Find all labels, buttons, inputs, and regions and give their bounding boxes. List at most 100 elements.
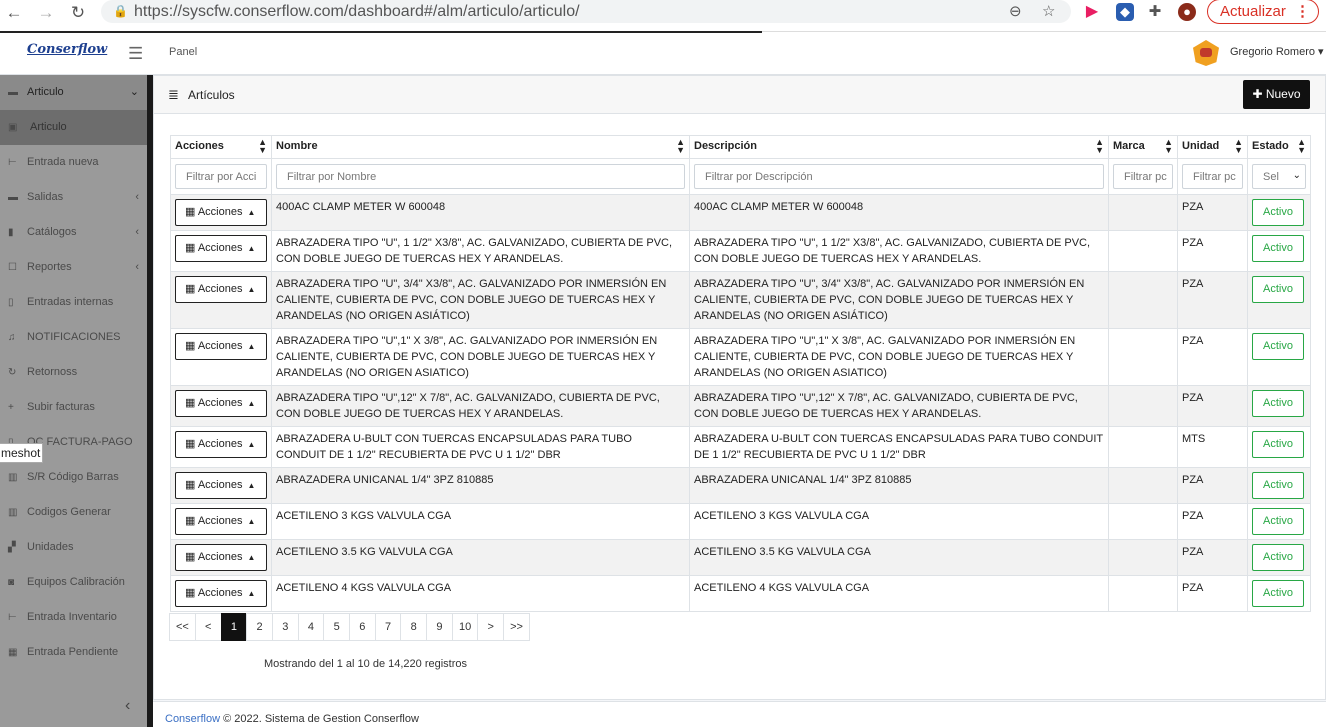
- column-header[interactable]: Unidad ▲ ▼: [1177, 135, 1248, 159]
- new-button[interactable]: ✚ Nuevo: [1243, 80, 1310, 109]
- column-header[interactable]: Acciones ▲ ▼: [170, 135, 272, 159]
- avatar[interactable]: [1193, 40, 1219, 66]
- page-button[interactable]: 3: [271, 613, 299, 641]
- camera-icon: ◙: [8, 577, 15, 588]
- actions-dropdown-button[interactable]: ▦ Acciones ▲: [175, 544, 267, 571]
- page-button[interactable]: <<: [169, 613, 196, 641]
- status-badge[interactable]: Activo: [1252, 333, 1304, 360]
- puzzle-icon[interactable]: ✚: [1146, 3, 1164, 21]
- status-badge[interactable]: Activo: [1252, 276, 1304, 303]
- sidebar-item[interactable]: ▥ Codigos Generar: [0, 495, 147, 530]
- profile-icon[interactable]: ●: [1178, 3, 1196, 21]
- status-badge[interactable]: Activo: [1252, 544, 1304, 571]
- filter-input[interactable]: Filtrar por Acci: [175, 164, 267, 189]
- status-badge[interactable]: Activo: [1252, 508, 1304, 535]
- sidebar-item[interactable]: ▮ Catálogos ‹: [0, 215, 147, 250]
- update-button[interactable]: Actualizar ⋮: [1207, 0, 1319, 24]
- zoom-icon[interactable]: ⊖: [1009, 2, 1022, 20]
- filter-cell: Filtrar por Acci: [170, 158, 272, 195]
- reload-icon[interactable]: ↻: [66, 3, 90, 23]
- forward-icon[interactable]: →: [34, 3, 58, 23]
- url-text[interactable]: https://syscfw.conserflow.com/dashboard#…: [134, 3, 580, 21]
- sidebar-item[interactable]: ▦ Entrada Pendiente: [0, 635, 147, 670]
- actions-dropdown-button[interactable]: ▦ Acciones ▲: [175, 472, 267, 499]
- actions-dropdown-button[interactable]: ▦ Acciones ▲: [175, 199, 267, 226]
- sort-icon[interactable]: ▲ ▼: [1297, 138, 1306, 155]
- extension-icon[interactable]: ◆: [1116, 3, 1134, 21]
- page-button[interactable]: 5: [323, 613, 350, 641]
- sidebar-item[interactable]: ⊢ Entrada Inventario: [0, 600, 147, 635]
- sidebar-item[interactable]: ▥ S/R Código Barras: [0, 460, 147, 495]
- actions-dropdown-button[interactable]: ▦ Acciones ▲: [175, 390, 267, 417]
- sort-icon[interactable]: ▲ ▼: [1164, 138, 1173, 155]
- footer-brand-link[interactable]: Conserflow: [165, 713, 220, 725]
- status-badge[interactable]: Activo: [1252, 580, 1304, 607]
- page-button[interactable]: 10: [451, 613, 479, 641]
- panel-link[interactable]: Panel: [169, 46, 197, 58]
- sort-icon[interactable]: ▲ ▼: [258, 138, 267, 155]
- sidebar-item[interactable]: ▯ Entradas internas: [0, 285, 147, 320]
- star-icon[interactable]: ☆: [1042, 2, 1055, 20]
- actions-cell: ▦ Acciones ▲: [170, 467, 272, 504]
- filter-input[interactable]: Filtrar pc: [1113, 164, 1173, 189]
- back-icon[interactable]: ←: [2, 3, 26, 23]
- page-button[interactable]: <: [194, 613, 222, 641]
- page-button[interactable]: 9: [426, 613, 453, 641]
- page-button[interactable]: 2: [246, 613, 273, 641]
- filter-input[interactable]: Filtrar pc: [1182, 164, 1243, 189]
- sidebar-item[interactable]: ↻ Retornoss: [0, 355, 147, 390]
- descripcion-cell: ABRAZADERA U-BULT CON TUERCAS ENCAPSULAD…: [689, 426, 1109, 468]
- status-filter-select[interactable]: Sel ⌄: [1252, 164, 1306, 189]
- sidebar-item[interactable]: ⊢ Entrada nueva: [0, 145, 147, 180]
- column-header[interactable]: Nombre ▲ ▼: [271, 135, 690, 159]
- status-badge[interactable]: Activo: [1252, 472, 1304, 499]
- actions-dropdown-button[interactable]: ▦ Acciones ▲: [175, 276, 267, 303]
- user-menu[interactable]: Gregorio Romero ▾: [1230, 45, 1324, 58]
- actions-dropdown-button[interactable]: ▦ Acciones ▲: [175, 580, 267, 607]
- box-icon: ▣: [8, 122, 18, 133]
- status-badge[interactable]: Activo: [1252, 199, 1304, 226]
- actions-label: Acciones: [197, 515, 243, 527]
- unidad-cell: PZA: [1177, 328, 1248, 386]
- sort-icon[interactable]: ▲ ▼: [676, 138, 685, 155]
- page-button[interactable]: >>: [503, 613, 530, 641]
- page-button[interactable]: 7: [374, 613, 402, 641]
- column-header[interactable]: Marca ▲ ▼: [1108, 135, 1178, 159]
- actions-dropdown-button[interactable]: ▦ Acciones ▲: [175, 431, 267, 458]
- folder-icon: ▬: [8, 87, 18, 98]
- sidebar-item[interactable]: ☐ Reportes ‹: [0, 250, 147, 285]
- menu-dots-icon[interactable]: ⋮: [1295, 0, 1310, 23]
- sidebar-item[interactable]: ▣ Articulo: [0, 110, 147, 145]
- page-button[interactable]: 4: [297, 613, 325, 641]
- column-header[interactable]: Descripción ▲ ▼: [689, 135, 1109, 159]
- sidebar-item[interactable]: ▬ Articulo ⌄: [0, 75, 147, 110]
- filter-input[interactable]: Filtrar por Nombre: [276, 164, 685, 189]
- logo[interactable]: Conserflow: [27, 42, 107, 57]
- sidebar-item[interactable]: ◙ Equipos Calibración: [0, 565, 147, 600]
- sidebar-item[interactable]: + Subir facturas: [0, 390, 147, 425]
- sort-icon[interactable]: ▲ ▼: [1234, 138, 1243, 155]
- actions-dropdown-button[interactable]: ▦ Acciones ▲: [175, 508, 267, 535]
- status-badge[interactable]: Activo: [1252, 235, 1304, 262]
- unidad-cell: PZA: [1177, 385, 1248, 427]
- status-badge[interactable]: Activo: [1252, 390, 1304, 417]
- status-badge[interactable]: Activo: [1252, 431, 1304, 458]
- page-button[interactable]: 8: [400, 613, 428, 641]
- filter-input[interactable]: Filtrar por Descripción: [694, 164, 1104, 189]
- column-header[interactable]: Estado ▲ ▼: [1247, 135, 1311, 159]
- page-button[interactable]: 6: [348, 613, 376, 641]
- page-button[interactable]: >: [477, 613, 505, 641]
- sort-icon[interactable]: ▲ ▼: [1095, 138, 1104, 155]
- grid-icon: ▦: [185, 206, 198, 218]
- sidebar-item[interactable]: ▬ Salidas ‹: [0, 180, 147, 215]
- play-extension-icon[interactable]: ▶: [1083, 3, 1101, 21]
- hamburger-icon[interactable]: ☰: [128, 44, 143, 64]
- sidebar-item[interactable]: ♫ NOTIFICACIONES: [0, 320, 147, 355]
- filter-cell: Filtrar por Nombre: [271, 158, 690, 195]
- actions-dropdown-button[interactable]: ▦ Acciones ▲: [175, 235, 267, 262]
- collapse-sidebar-icon[interactable]: ‹: [125, 697, 130, 715]
- address-bar[interactable]: 🔒 https://syscfw.conserflow.com/dashboar…: [101, 0, 1071, 23]
- sidebar-item[interactable]: ▞ Unidades: [0, 530, 147, 565]
- actions-dropdown-button[interactable]: ▦ Acciones ▲: [175, 333, 267, 360]
- page-button[interactable]: 1: [220, 613, 248, 641]
